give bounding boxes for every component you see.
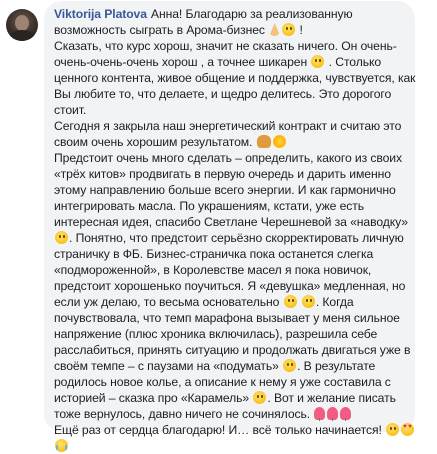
thinking-face-emoji-icon bbox=[253, 391, 267, 404]
smiling-face-emoji-icon bbox=[311, 55, 325, 68]
comment-line: ценного контента, живое общение и поддер… bbox=[54, 71, 416, 85]
comment-text-fragment: . В результате bbox=[297, 359, 376, 373]
comment-line: Сегодня я закрыла наш энергетический кон… bbox=[54, 119, 402, 133]
tulip-emoji-icon bbox=[327, 407, 339, 421]
comment-text-fragment: очень-очень-очень хорош , а точнее шикар… bbox=[54, 55, 308, 69]
comment-line: расслабиться, принять ситуацию и продолж… bbox=[54, 343, 411, 357]
comment-line: напряжение (плюс хроника включилась), ра… bbox=[54, 327, 378, 341]
comment-text-fragment: . Столько bbox=[328, 55, 382, 69]
comment-line: тоже вернулось, давно ничего не сочиняло… bbox=[54, 406, 405, 422]
comment-line: родилось новое колье, а описание к нему … bbox=[54, 375, 391, 389]
comment-line: предстоит хорошенько поучиться. Я «девуш… bbox=[54, 279, 406, 293]
comment-text-fragment: Ещё раз от сердца благодарю! И… всё толь… bbox=[54, 423, 382, 437]
comment-line: историей – сказка про «Карамель» . Вот и… bbox=[54, 390, 405, 406]
comment-text-fragment: . Когда bbox=[315, 295, 354, 309]
comment-line: Viktorija Platova Анна! Благодарю за реал… bbox=[54, 6, 405, 22]
comment-line: Ещё раз от сердца благодарю! И… всё толь… bbox=[54, 422, 415, 438]
comment-line: «подмороженной», в Королевстве масел я п… bbox=[54, 263, 372, 277]
smiling-face-emoji-icon bbox=[282, 23, 296, 36]
comment-line: стоит. bbox=[54, 103, 87, 117]
comment-text-fragment: если уж делаю, то весьма основательно bbox=[54, 295, 280, 309]
comment-line: Предстоит очень много сделать – определи… bbox=[54, 151, 402, 165]
tulip-emoji-icon bbox=[340, 407, 352, 421]
sun-emoji-icon bbox=[272, 135, 286, 148]
comment-line: своим очень хорошим результатом. bbox=[54, 134, 405, 150]
comment-text-fragment: своём темпе – с паузами на «подумать» bbox=[54, 359, 279, 373]
comment-text-fragment: . Вот и желание писать bbox=[267, 391, 396, 405]
comment-text: Viktorija Platova Анна! Благодарю за реал… bbox=[54, 6, 416, 454]
thinking-face-emoji-icon bbox=[283, 359, 297, 372]
comment-text-fragment: ! bbox=[299, 23, 303, 37]
comment-line: возможность сыграть в Арома-бизнес ! bbox=[54, 22, 405, 38]
smiling-face-emoji-icon bbox=[386, 423, 400, 436]
comment-bubble: Viktorija Platova Анна! Благодарю за реал… bbox=[44, 1, 416, 452]
comment: Viktorija Platova Анна! Благодарю за реал… bbox=[0, 0, 437, 452]
comment-text-fragment: Анна! Благодарю за реализованную bbox=[150, 7, 353, 21]
tulip-emoji-icon bbox=[314, 407, 326, 421]
comment-line: . Понятно, что предстоит серьёзно скорре… bbox=[54, 230, 405, 246]
comment-line: Вы любите то, что делаете, и щедро делит… bbox=[54, 87, 392, 101]
comment-line: «трёх китов» продвигать в первую очередь… bbox=[54, 167, 391, 181]
comment-text-fragment: тоже вернулось, давно ничего не сочиняло… bbox=[54, 407, 311, 421]
author-name[interactable]: Viktorija Platova bbox=[54, 7, 147, 21]
face-with-tears-emoji-icon bbox=[55, 439, 68, 452]
comment-line: Сказать, что курс хорош, значит не сказа… bbox=[54, 39, 397, 53]
comment-line: этому направлению больше всего энергии. … bbox=[54, 183, 396, 197]
avatar-body bbox=[9, 30, 35, 41]
comment-text-fragment: историей – сказка про «Карамель» bbox=[54, 391, 250, 405]
smiling-face-with-hearts-emoji-icon bbox=[401, 423, 415, 436]
avatar-face bbox=[15, 15, 29, 31]
smiling-face-emoji-icon bbox=[55, 231, 68, 244]
folded-hands-emoji-icon bbox=[269, 23, 281, 36]
comment-line: если уж делаю, то весьма основательно . … bbox=[54, 294, 405, 310]
comment-line: страничку в ФБ. Бизнес-страничка пока ос… bbox=[54, 247, 374, 261]
smiling-face-emoji-icon bbox=[301, 295, 315, 308]
bread-emoji-icon bbox=[256, 135, 271, 148]
comment-text-fragment: возможность сыграть в Арома-бизнес bbox=[54, 23, 265, 37]
avatar[interactable] bbox=[6, 9, 38, 41]
comment-line: интегрировать масла. По украшениям, кста… bbox=[54, 199, 365, 213]
comment-line: своём темпе – с паузами на «подумать» . … bbox=[54, 358, 405, 374]
comment-line: почувствовала, что темп марафона вызывае… bbox=[54, 311, 400, 325]
comment-text-fragment: . Понятно, что предстоит серьёзно скорре… bbox=[69, 231, 404, 245]
comment-line: интересная идея, спасибо Светлане Черешн… bbox=[54, 215, 408, 229]
smiling-face-emoji-icon bbox=[283, 295, 297, 308]
comment-line: очень-очень-очень хорош , а точнее шикар… bbox=[54, 54, 405, 70]
comment-text-fragment: своим очень хорошим результатом. bbox=[54, 135, 253, 149]
